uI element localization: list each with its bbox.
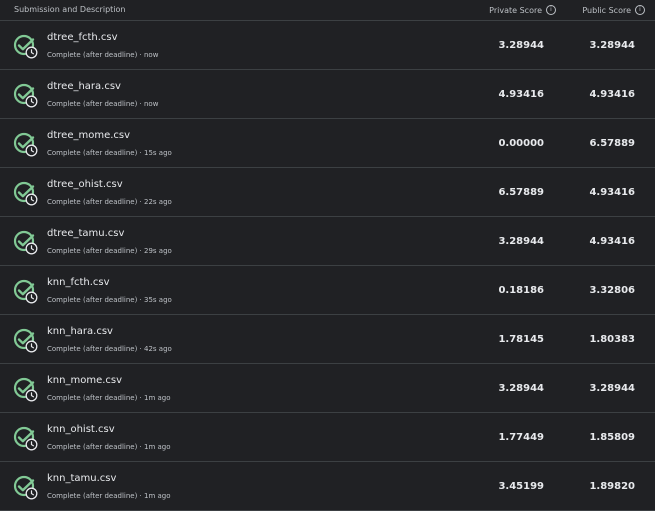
submission-row[interactable]: knn_fcth.csv Complete (after deadline) ·… <box>0 266 655 315</box>
complete-check-clock-icon <box>13 279 38 304</box>
private-score: 0.18186 <box>498 285 544 296</box>
submission-status: Complete (after deadline) · 42s ago <box>47 345 172 353</box>
public-score: 1.85809 <box>589 432 635 443</box>
complete-check-clock-icon <box>13 83 38 108</box>
submission-row[interactable]: dtree_hara.csv Complete (after deadline)… <box>0 70 655 119</box>
public-score: 4.93416 <box>589 236 635 247</box>
submission-status: Complete (after deadline) · now <box>47 100 159 108</box>
private-score: 3.28944 <box>498 383 544 394</box>
complete-check-clock-icon <box>13 328 38 353</box>
private-score-column-header: Private Score i <box>489 5 556 15</box>
submission-status: Complete (after deadline) · 29s ago <box>47 247 172 255</box>
complete-check-clock-icon <box>13 34 38 59</box>
complete-check-clock-icon <box>13 377 38 402</box>
submission-filename[interactable]: dtree_tamu.csv <box>47 228 124 239</box>
private-score: 3.45199 <box>498 481 544 492</box>
submission-row[interactable]: knn_ohist.csv Complete (after deadline) … <box>0 413 655 462</box>
submission-filename[interactable]: knn_ohist.csv <box>47 424 115 435</box>
public-score: 3.28944 <box>589 383 635 394</box>
complete-check-clock-icon <box>13 475 38 500</box>
submission-filename[interactable]: knn_tamu.csv <box>47 473 116 484</box>
submission-list: dtree_fcth.csv Complete (after deadline)… <box>0 21 655 511</box>
submission-filename[interactable]: dtree_hara.csv <box>47 81 121 92</box>
info-icon[interactable]: i <box>546 5 556 15</box>
private-score: 4.93416 <box>498 89 544 100</box>
public-score: 1.89820 <box>589 481 635 492</box>
public-score: 4.93416 <box>589 89 635 100</box>
public-score: 6.57889 <box>589 138 635 149</box>
submission-row[interactable]: knn_tamu.csv Complete (after deadline) ·… <box>0 462 655 511</box>
submission-status: Complete (after deadline) · 1m ago <box>47 443 171 451</box>
submission-filename[interactable]: dtree_mome.csv <box>47 130 130 141</box>
submission-row[interactable]: dtree_ohist.csv Complete (after deadline… <box>0 168 655 217</box>
table-header: Submission and Description Private Score… <box>0 0 655 21</box>
submission-filename[interactable]: dtree_ohist.csv <box>47 179 123 190</box>
private-score-label: Private Score <box>489 5 542 15</box>
private-score: 1.78145 <box>498 334 544 345</box>
submission-column-header: Submission and Description <box>14 5 126 14</box>
public-score: 3.28944 <box>589 40 635 51</box>
public-score: 1.80383 <box>589 334 635 345</box>
private-score: 1.77449 <box>498 432 544 443</box>
submission-status: Complete (after deadline) · 15s ago <box>47 149 172 157</box>
submission-row[interactable]: dtree_mome.csv Complete (after deadline)… <box>0 119 655 168</box>
public-score: 4.93416 <box>589 187 635 198</box>
submission-status: Complete (after deadline) · 22s ago <box>47 198 172 206</box>
private-score: 6.57889 <box>498 187 544 198</box>
public-score-column-header: Public Score i <box>582 5 645 15</box>
complete-check-clock-icon <box>13 132 38 157</box>
submission-filename[interactable]: knn_mome.csv <box>47 375 122 386</box>
submission-filename[interactable]: dtree_fcth.csv <box>47 32 118 43</box>
submission-filename[interactable]: knn_fcth.csv <box>47 277 110 288</box>
submission-row[interactable]: knn_hara.csv Complete (after deadline) ·… <box>0 315 655 364</box>
complete-check-clock-icon <box>13 230 38 255</box>
complete-check-clock-icon <box>13 426 38 451</box>
private-score: 3.28944 <box>498 236 544 247</box>
submission-status: Complete (after deadline) · 35s ago <box>47 296 172 304</box>
submission-status: Complete (after deadline) · now <box>47 51 159 59</box>
public-score-label: Public Score <box>582 5 631 15</box>
submission-row[interactable]: knn_mome.csv Complete (after deadline) ·… <box>0 364 655 413</box>
complete-check-clock-icon <box>13 181 38 206</box>
submission-row[interactable]: dtree_fcth.csv Complete (after deadline)… <box>0 21 655 70</box>
submission-filename[interactable]: knn_hara.csv <box>47 326 113 337</box>
public-score: 3.32806 <box>589 285 635 296</box>
private-score: 0.00000 <box>498 138 544 149</box>
submission-row[interactable]: dtree_tamu.csv Complete (after deadline)… <box>0 217 655 266</box>
submission-status: Complete (after deadline) · 1m ago <box>47 492 171 500</box>
private-score: 3.28944 <box>498 40 544 51</box>
submission-status: Complete (after deadline) · 1m ago <box>47 394 171 402</box>
info-icon[interactable]: i <box>635 5 645 15</box>
